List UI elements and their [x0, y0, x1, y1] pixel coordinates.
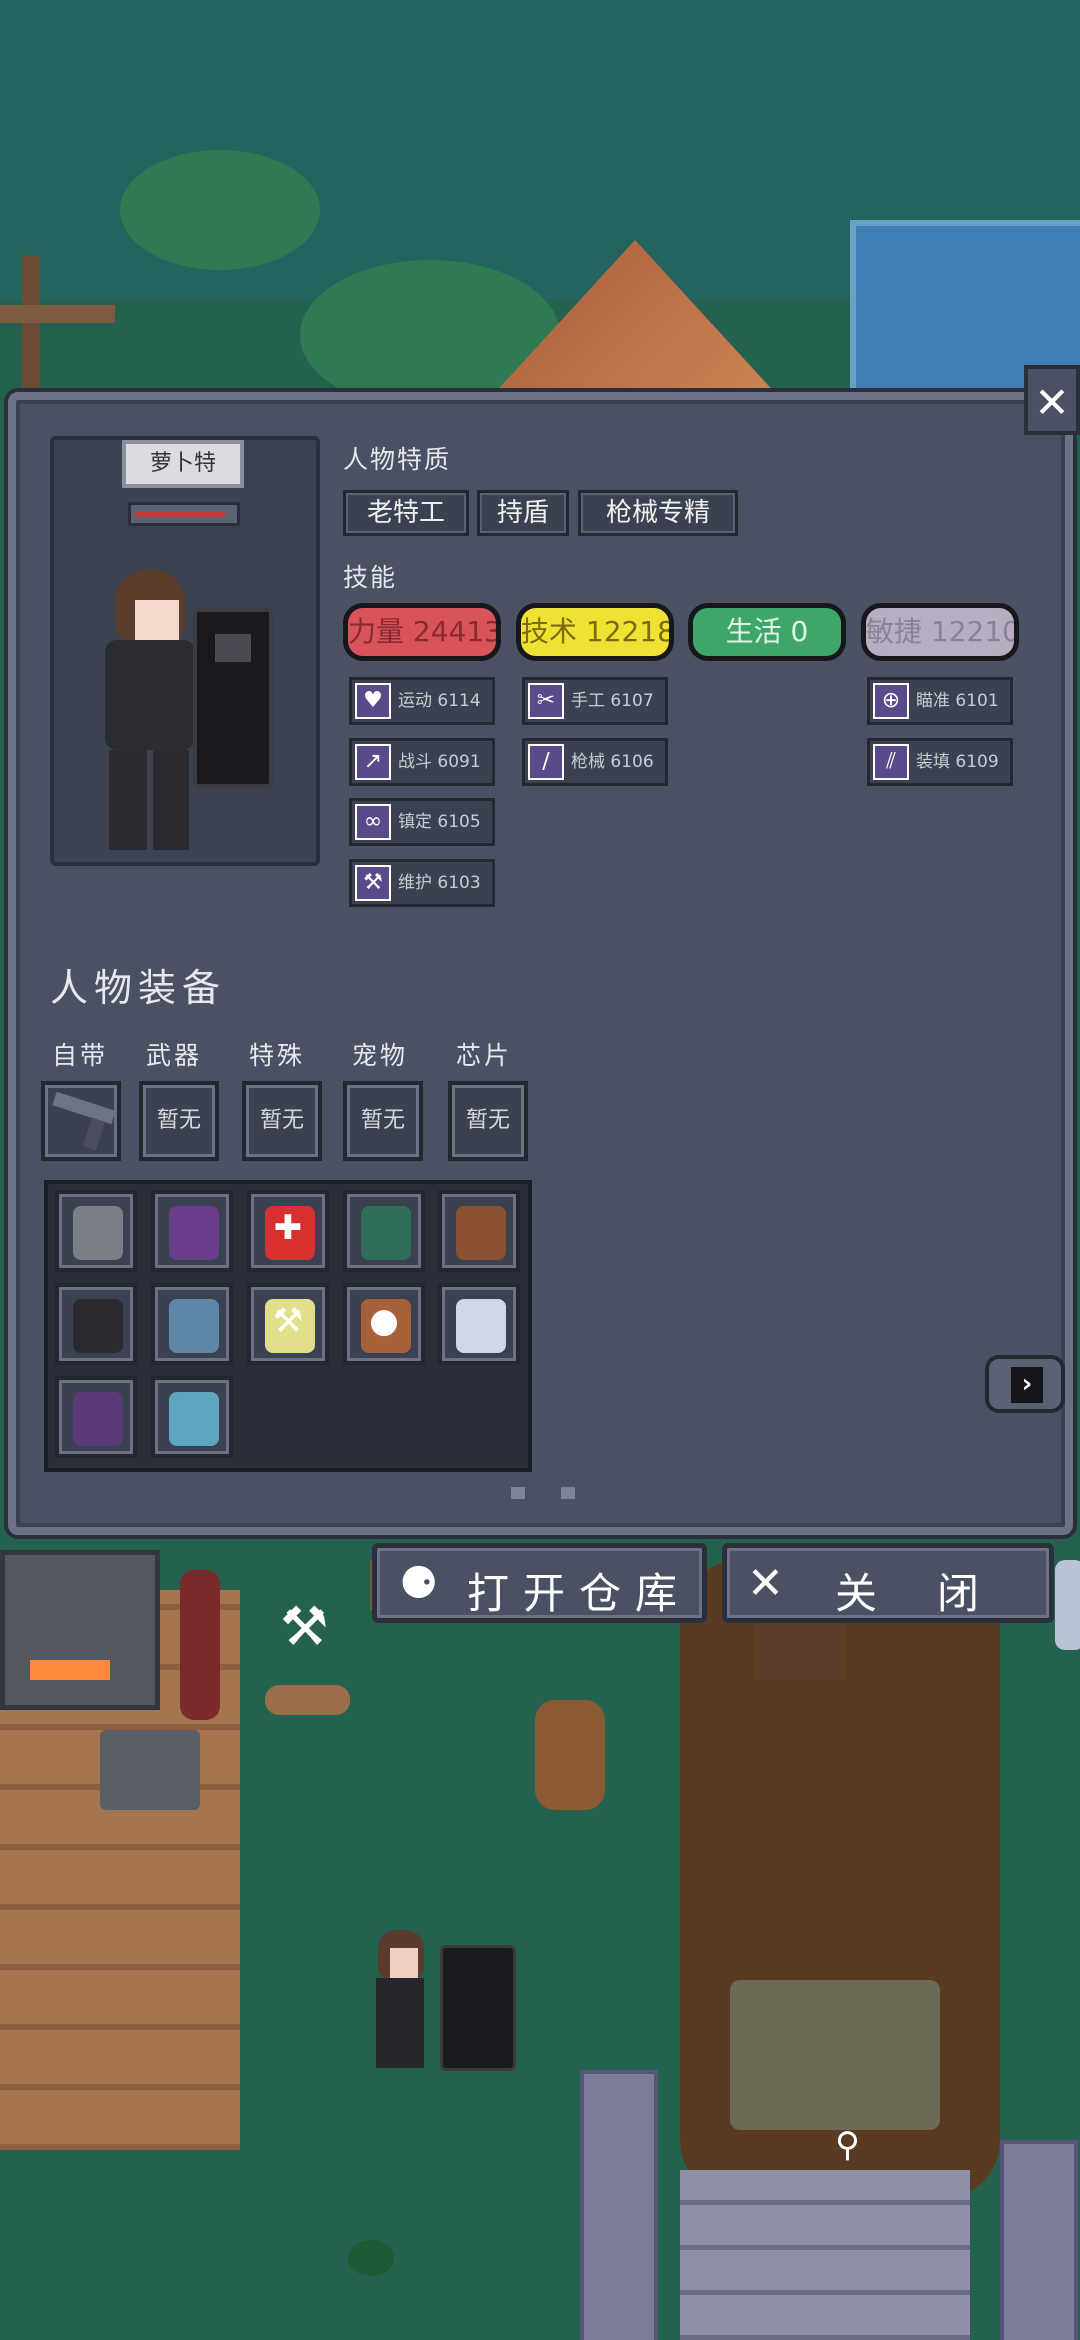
subskill-maintenance[interactable]: ⚒ 维护 6103 — [349, 859, 495, 907]
trait-badge[interactable]: 枪械专精 — [578, 490, 738, 536]
character-hp-bar — [128, 502, 240, 526]
inventory-slot[interactable] — [438, 1190, 520, 1272]
inventory-slot[interactable] — [55, 1376, 137, 1458]
pistol-icon — [52, 1091, 116, 1125]
next-page-button[interactable]: › — [985, 1355, 1065, 1413]
brown-backpack-icon — [456, 1206, 506, 1260]
subskill-aim[interactable]: ⊕ 瞄准 6101 — [867, 677, 1013, 725]
trait-badge[interactable]: 老特工 — [343, 490, 469, 536]
scissors-icon: ✂ — [528, 683, 564, 719]
storage-icon: ⚈ — [399, 1558, 439, 1609]
wooden-post — [22, 255, 40, 415]
crafting-tools-icon[interactable]: ⚒ — [280, 1595, 328, 1658]
ammo-icon: ⫽ — [873, 744, 909, 780]
page-indicator-dot[interactable] — [561, 1487, 575, 1499]
close-icon: ✕ — [747, 1558, 784, 1609]
wooden-crossbar — [0, 305, 115, 323]
inventory-slot[interactable] — [151, 1283, 233, 1365]
barrel[interactable] — [535, 1700, 605, 1810]
knife-icon: ∕ — [528, 744, 564, 780]
close-x-button[interactable]: ✕ — [1024, 365, 1080, 435]
chevron-right-icon: › — [1011, 1367, 1043, 1403]
slot-label-builtin: 自带 — [52, 1041, 109, 1070]
slime-creature[interactable] — [348, 2240, 394, 2276]
character-sprite — [95, 570, 275, 860]
slot-label-chip: 芯片 — [456, 1041, 513, 1070]
stone-steps — [680, 2170, 970, 2340]
inventory-slot[interactable] — [151, 1190, 233, 1272]
close-button[interactable]: ✕ 关闭 — [722, 1543, 1054, 1623]
stone-pillar — [580, 2070, 658, 2340]
skills-title: 技能 — [343, 563, 398, 592]
body-armor-icon — [73, 1206, 123, 1260]
cat-npc[interactable] — [265, 1685, 350, 1715]
wrench-icon: ⚒ — [355, 865, 391, 901]
purple-shoes-icon — [73, 1392, 123, 1446]
item-glyph: ● — [369, 1301, 399, 1341]
traits-title: 人物特质 — [343, 445, 452, 474]
boots-icon — [169, 1299, 219, 1353]
slot-pet[interactable]: 暂无 — [343, 1081, 423, 1161]
page-indicator-dot[interactable] — [511, 1487, 525, 1499]
glasses-icon: ∞ — [355, 804, 391, 840]
subskill-firearms[interactable]: ∕ 枪械 6106 — [522, 738, 668, 786]
heart-icon: ♥ — [355, 683, 391, 719]
slot-special[interactable]: 暂无 — [242, 1081, 322, 1161]
inventory-slot[interactable]: ✚ — [247, 1190, 329, 1272]
slot-chip[interactable]: 暂无 — [448, 1081, 528, 1161]
stone-pillar — [1000, 2140, 1078, 2340]
slot-label-weapon: 武器 — [146, 1041, 203, 1070]
inventory-slot[interactable] — [438, 1283, 520, 1365]
subskill-sport[interactable]: ♥ 运动 6114 — [349, 677, 495, 725]
equipment-title: 人物装备 — [50, 966, 227, 1010]
open-storage-button[interactable]: ⚈ 打开仓库 — [372, 1543, 707, 1623]
skill-agility[interactable]: 敏捷 12210 — [861, 603, 1019, 661]
player-character[interactable] — [370, 1930, 430, 2070]
trait-badge[interactable]: 持盾 — [477, 490, 569, 536]
item-glyph: ✚ — [273, 1208, 303, 1248]
slot-builtin[interactable] — [41, 1081, 121, 1161]
skill-life[interactable]: 生活 0 — [688, 603, 846, 661]
axe-icon: ↗ — [355, 744, 391, 780]
camo-backpack-icon — [361, 1206, 411, 1260]
skill-strength[interactable]: 力量 24413 — [343, 603, 501, 661]
inventory-slot[interactable] — [151, 1376, 233, 1458]
skill-technique[interactable]: 技术 12218 — [516, 603, 674, 661]
player-shield — [440, 1945, 516, 2071]
subskill-calm[interactable]: ∞ 镇定 6105 — [349, 798, 495, 846]
furnace-machine[interactable] — [0, 1550, 160, 1710]
face-mask-icon — [169, 1392, 219, 1446]
npc-character[interactable] — [1055, 1560, 1080, 1650]
gas-cylinder — [180, 1570, 220, 1720]
inventory-slot[interactable]: ● — [343, 1283, 425, 1365]
riot-shield-icon — [193, 608, 273, 788]
anvil[interactable] — [100, 1730, 200, 1810]
inventory-slot[interactable] — [55, 1190, 137, 1272]
inventory-slot[interactable]: ⚒ — [247, 1283, 329, 1365]
tree-canopy — [120, 150, 320, 270]
slot-weapon[interactable]: 暂无 — [139, 1081, 219, 1161]
hp-bar-fill — [135, 512, 225, 517]
slot-label-pet: 宠物 — [352, 1041, 409, 1070]
purple-vest-icon — [169, 1206, 219, 1260]
white-shirt-icon — [456, 1299, 506, 1353]
item-glyph: ⚒ — [272, 1301, 304, 1341]
slot-label-special: 特殊 — [249, 1041, 306, 1070]
subskill-reload[interactable]: ⫽ 装填 6109 — [867, 738, 1013, 786]
stone-floor — [730, 1980, 940, 2130]
subskill-handcraft[interactable]: ✂ 手工 6107 — [522, 677, 668, 725]
subskill-combat[interactable]: ↗ 战斗 6091 — [349, 738, 495, 786]
inventory-slot[interactable] — [55, 1283, 137, 1365]
location-pin-icon[interactable]: ⚲ — [835, 2125, 860, 2165]
inventory-slot[interactable] — [343, 1190, 425, 1272]
character-name: 萝卜特 — [122, 440, 244, 488]
flashlight-icon — [73, 1299, 123, 1353]
crosshair-icon: ⊕ — [873, 683, 909, 719]
